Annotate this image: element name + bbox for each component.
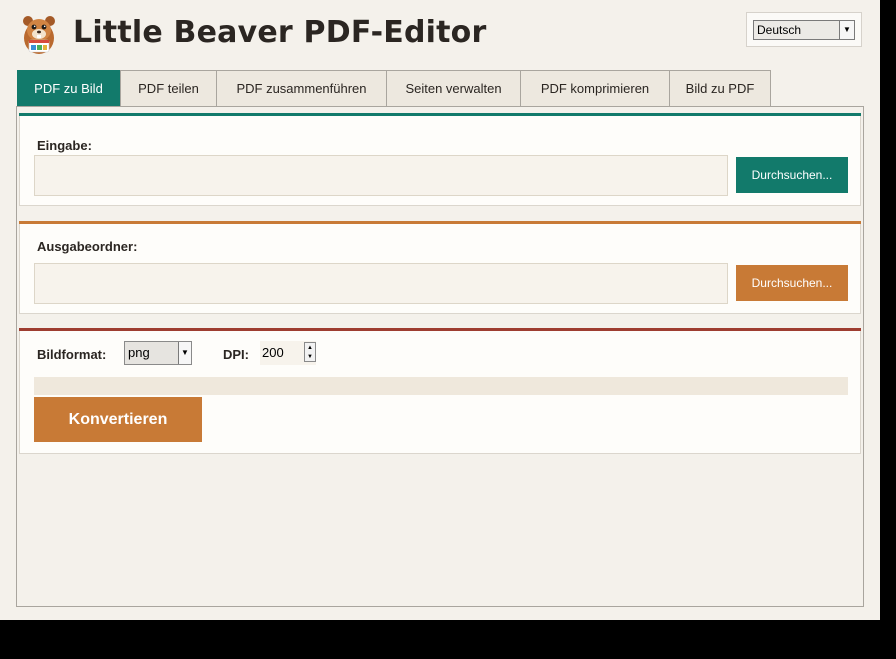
dpi-spinbox[interactable]: 200 ▲ ▼: [260, 341, 316, 365]
image-format-value: png: [128, 345, 150, 360]
image-format-select[interactable]: png ▼: [124, 341, 192, 365]
input-section-accent-bar: [19, 113, 861, 116]
output-section-accent-bar: [19, 221, 861, 224]
tab-content-panel: Eingabe: Durchsuchen... Ausgabeordner: D…: [16, 106, 864, 607]
tab-label: PDF teilen: [138, 81, 199, 96]
options-section: Bildformat: png ▼ DPI: 200 ▲ ▼ Konvertie…: [19, 328, 861, 454]
language-select[interactable]: Deutsch ▼: [753, 20, 855, 40]
tab-manage-pages[interactable]: Seiten verwalten: [386, 70, 521, 106]
spin-up-icon[interactable]: ▲: [307, 345, 313, 351]
conversion-progress-bar: [34, 377, 848, 395]
output-folder-field[interactable]: [34, 263, 728, 304]
tab-image-to-pdf[interactable]: Bild zu PDF: [669, 70, 771, 106]
input-section: Eingabe: Durchsuchen...: [19, 113, 861, 206]
image-format-label: Bildformat:: [37, 347, 107, 362]
tab-label: Seiten verwalten: [405, 81, 502, 96]
convert-button[interactable]: Konvertieren: [34, 397, 202, 442]
language-selector-frame: Deutsch ▼: [746, 12, 862, 47]
tab-label: Bild zu PDF: [685, 81, 755, 96]
dpi-value: 200: [262, 345, 284, 360]
tab-label: PDF zu Bild: [34, 81, 103, 96]
app-window: Little Beaver PDF-Editor Deutsch ▼ PDF z…: [0, 0, 880, 620]
app-title: Little Beaver PDF-Editor: [73, 15, 487, 50]
output-folder-label: Ausgabeordner:: [37, 239, 138, 254]
input-browse-button[interactable]: Durchsuchen...: [736, 157, 848, 193]
dpi-label: DPI:: [223, 347, 249, 362]
input-path-field[interactable]: [34, 155, 728, 196]
dpi-spin-buttons[interactable]: ▲ ▼: [304, 342, 316, 362]
tab-label: PDF komprimieren: [540, 81, 650, 96]
language-select-value: Deutsch: [757, 23, 802, 37]
beaver-logo-icon: [23, 16, 55, 54]
tab-pdf-to-image[interactable]: PDF zu Bild: [17, 70, 120, 106]
tab-compress-pdf[interactable]: PDF komprimieren: [520, 70, 670, 106]
tab-label: PDF zusammenführen: [236, 81, 367, 96]
output-section: Ausgabeordner: Durchsuchen...: [19, 221, 861, 314]
tab-split-pdf[interactable]: PDF teilen: [120, 70, 217, 106]
spin-down-icon[interactable]: ▼: [307, 354, 313, 360]
tab-merge-pdf[interactable]: PDF zusammenführen: [216, 70, 387, 106]
input-label: Eingabe:: [37, 138, 92, 153]
options-section-accent-bar: [19, 328, 861, 331]
chevron-down-icon[interactable]: ▼: [178, 342, 191, 364]
chevron-down-icon[interactable]: ▼: [839, 21, 854, 39]
output-browse-button[interactable]: Durchsuchen...: [736, 265, 848, 301]
